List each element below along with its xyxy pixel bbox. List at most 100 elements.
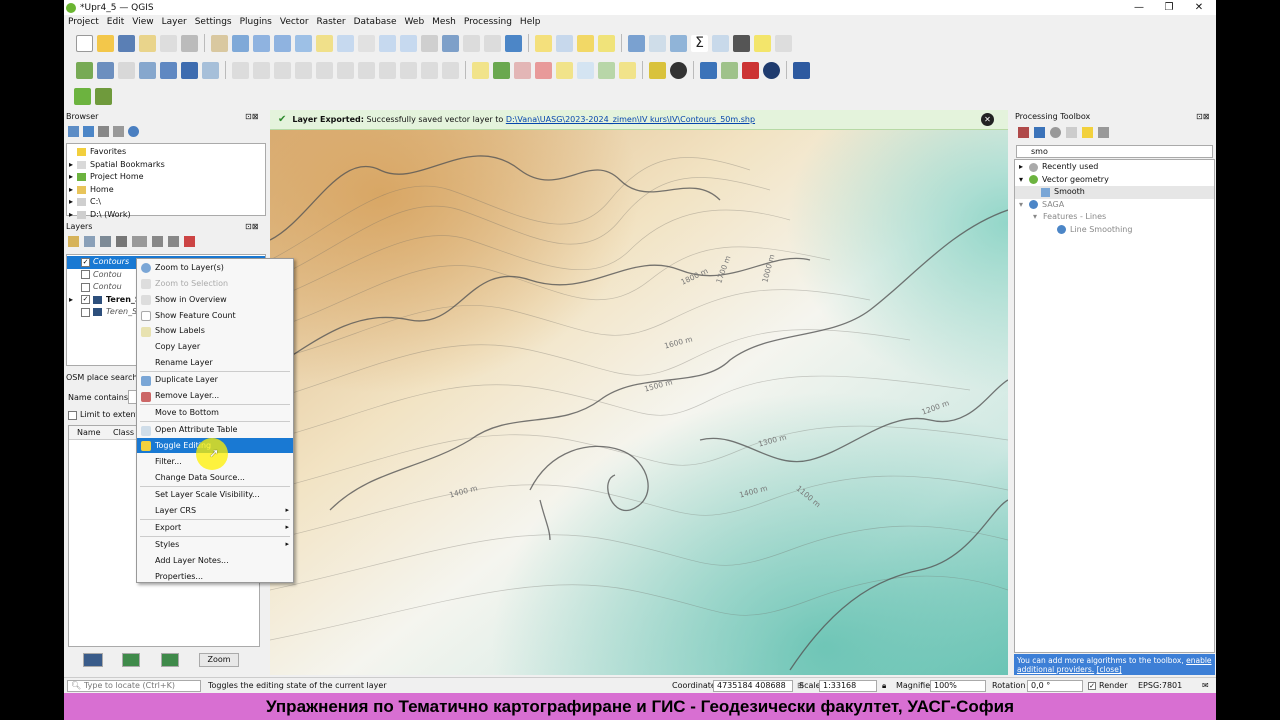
settings-icon[interactable]: [775, 34, 792, 52]
menu-duplicate-layer[interactable]: Duplicate Layer: [137, 372, 293, 387]
save-as-icon[interactable]: [139, 34, 156, 52]
add-selected-icon[interactable]: [68, 126, 79, 137]
menu-set-scale-visibility[interactable]: Set Layer Scale Visibility...: [137, 487, 293, 502]
browser-item[interactable]: ▸ D:\ (Work): [69, 209, 265, 222]
zoom-full-icon[interactable]: [295, 34, 312, 52]
menu-web[interactable]: Web: [401, 15, 429, 29]
zoom-out-icon[interactable]: [274, 34, 291, 52]
label-pin-icon[interactable]: [535, 61, 552, 79]
add-group-icon[interactable]: [84, 236, 95, 247]
open-project-icon[interactable]: [97, 34, 114, 52]
menu-rename-layer[interactable]: Rename Layer: [137, 355, 293, 370]
plugin-tool-icon[interactable]: [95, 87, 112, 105]
tree-item[interactable]: ▸ Recently used: [1015, 161, 1214, 174]
data-source-manager-icon[interactable]: [76, 61, 93, 79]
search-plugin-icon[interactable]: [74, 87, 91, 105]
menu-edit[interactable]: Edit: [103, 15, 128, 29]
menu-settings[interactable]: Settings: [191, 15, 236, 29]
measure-icon[interactable]: [733, 34, 750, 52]
help-icon[interactable]: [793, 61, 810, 79]
sum-statistics-icon[interactable]: Σ: [691, 34, 708, 52]
tree-item[interactable]: ▾ SAGA: [1015, 199, 1214, 212]
models-icon[interactable]: [1018, 127, 1029, 138]
menu-export[interactable]: Export ▸: [137, 520, 293, 535]
remove-layer-icon[interactable]: [184, 236, 195, 247]
osm-zoom-button[interactable]: Zoom: [199, 653, 239, 667]
menu-database[interactable]: Database: [350, 15, 401, 29]
pan-icon[interactable]: [211, 34, 228, 52]
zoom-native-icon[interactable]: [358, 34, 375, 52]
maximize-button[interactable]: ❐: [1154, 0, 1184, 15]
label-change-icon[interactable]: [619, 61, 636, 79]
label-rotate-icon[interactable]: [598, 61, 615, 79]
new-map-view-icon[interactable]: [421, 34, 438, 52]
cut-icon[interactable]: [358, 61, 375, 79]
delete-icon[interactable]: [337, 61, 354, 79]
menu-layer[interactable]: Layer: [158, 15, 191, 29]
menu-raster[interactable]: Raster: [313, 15, 350, 29]
menu-show-labels[interactable]: Show Labels: [137, 323, 293, 338]
wt-plugin-icon[interactable]: [742, 61, 759, 79]
menu-help[interactable]: Help: [516, 15, 545, 29]
label-highlight-icon[interactable]: [514, 61, 531, 79]
profile-icon[interactable]: [649, 61, 666, 79]
deselect-all-icon[interactable]: [598, 34, 615, 52]
menu-show-in-overview[interactable]: Show in Overview: [137, 292, 293, 307]
col-name[interactable]: Name: [69, 426, 105, 439]
zoom-to-selection-icon[interactable]: [316, 34, 333, 52]
undo-icon[interactable]: [421, 61, 438, 79]
menu-add-layer-notes[interactable]: Add Layer Notes...: [137, 553, 293, 568]
redo-icon[interactable]: [442, 61, 459, 79]
menu-project[interactable]: Project: [64, 15, 103, 29]
visibility-icon[interactable]: [100, 236, 111, 247]
new-project-icon[interactable]: [76, 34, 93, 52]
lock-icon[interactable]: 🔒︎: [882, 680, 886, 692]
label-move-icon[interactable]: [577, 61, 594, 79]
results-icon[interactable]: [1066, 127, 1077, 138]
label-show-icon[interactable]: [556, 61, 573, 79]
add-delimited-icon[interactable]: [118, 61, 135, 79]
menu-styles[interactable]: Styles ▸: [137, 537, 293, 552]
edit-toggle-icon[interactable]: [253, 61, 270, 79]
minimize-button[interactable]: —: [1124, 0, 1154, 15]
field-calculator-icon[interactable]: [712, 34, 729, 52]
options-icon[interactable]: [1098, 127, 1109, 138]
identify-icon[interactable]: [628, 34, 645, 52]
add-raster-icon[interactable]: [181, 61, 198, 79]
map-tips-icon[interactable]: [754, 34, 771, 52]
label-diagram-icon[interactable]: [493, 61, 510, 79]
coordinate-field[interactable]: 4735184 408688: [713, 680, 793, 692]
processing-toolbox-icon[interactable]: [721, 61, 738, 79]
menu-properties[interactable]: Properties...: [137, 569, 293, 584]
save-project-icon[interactable]: [118, 34, 135, 52]
history-icon[interactable]: [1050, 127, 1061, 138]
copy-icon[interactable]: [379, 61, 396, 79]
processing-settings-icon[interactable]: [670, 34, 687, 52]
menu-open-attribute-table[interactable]: Open Attribute Table: [137, 422, 293, 437]
attribute-table-icon[interactable]: [649, 34, 666, 52]
processing-panel-close[interactable]: ⊡⊠: [1196, 111, 1209, 123]
label-abc-icon[interactable]: [472, 61, 489, 79]
col-class[interactable]: Class: [105, 426, 134, 439]
menu-remove-layer[interactable]: Remove Layer...: [137, 388, 293, 403]
refresh-browser-icon[interactable]: [83, 126, 94, 137]
browser-panel-close[interactable]: ⊡⊠: [245, 111, 258, 123]
menu-zoom-to-layer[interactable]: Zoom to Layer(s): [137, 260, 293, 275]
menu-change-data-source[interactable]: Change Data Source...: [137, 470, 293, 485]
menu-layer-crs[interactable]: Layer CRS ▸: [137, 503, 293, 518]
info-icon[interactable]: [128, 126, 139, 137]
zoom-next-icon[interactable]: [400, 34, 417, 52]
layers-panel-close[interactable]: ⊡⊠: [245, 221, 258, 233]
bookmark-icon[interactable]: [463, 34, 480, 52]
tree-item-selected[interactable]: Smooth: [1015, 186, 1214, 199]
menu-vector[interactable]: Vector: [276, 15, 313, 29]
menu-plugins[interactable]: Plugins: [236, 15, 276, 29]
globe-icon[interactable]: [763, 61, 780, 79]
menu-processing[interactable]: Processing: [460, 15, 516, 29]
tree-item[interactable]: ▾ Vector geometry: [1015, 174, 1214, 187]
map-canvas[interactable]: [270, 110, 1008, 675]
temporal-icon[interactable]: [484, 34, 501, 52]
style-icon[interactable]: [68, 236, 79, 247]
add-wms-icon[interactable]: [160, 61, 177, 79]
browser-item[interactable]: ▸ Project Home: [69, 171, 265, 184]
